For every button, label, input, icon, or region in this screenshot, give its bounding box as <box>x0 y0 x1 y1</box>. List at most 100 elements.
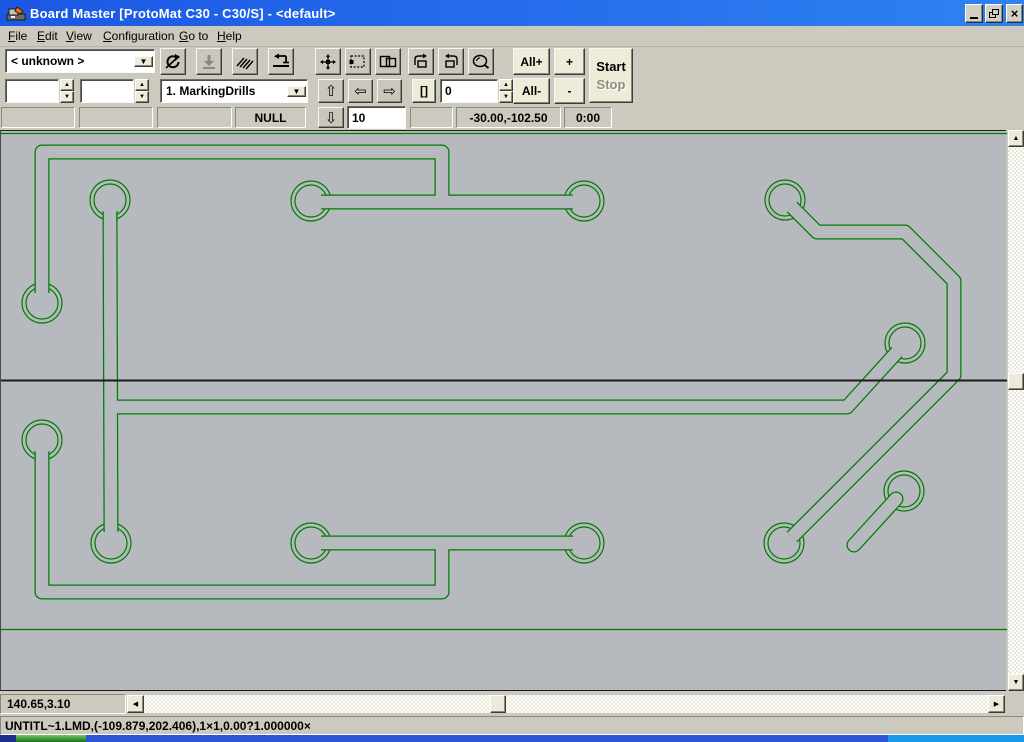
tool-down-button[interactable] <box>196 48 222 75</box>
scroll-right-button[interactable]: ▶ <box>988 695 1005 713</box>
current-tool-label: NULL <box>255 111 287 125</box>
minus-label: - <box>568 84 572 98</box>
tool-down-icon <box>199 53 219 71</box>
rotate-left-icon <box>411 53 431 71</box>
chevron-down-icon[interactable]: ▼ <box>134 56 153 67</box>
scrollbar-corner <box>1005 694 1024 714</box>
menu-item-help[interactable]: Help <box>217 29 242 43</box>
horizontal-scrollbar[interactable]: ◀ ▶ <box>127 695 1005 713</box>
taskbar-sliver-lightblue <box>888 735 1024 742</box>
vertical-scrollbar[interactable]: ▲ ▼ <box>1008 130 1024 691</box>
board-master-window: Board Master [ProtoMat C30 - C30/S] - <d… <box>0 0 1024 742</box>
y-spinner[interactable]: ▲▼ <box>135 79 149 103</box>
menu-item-file[interactable]: File <box>8 29 27 43</box>
machine-status-panel-1 <box>1 107 75 128</box>
zoom-icon <box>471 53 491 71</box>
spin-up-icon[interactable]: ▲ <box>60 79 74 91</box>
select-area-button[interactable] <box>345 48 371 75</box>
status-bar-text: UNTITL~1.LMD,(-109.879,202.406),1×1,0.00… <box>5 719 311 733</box>
taskbar-sliver <box>0 735 16 742</box>
all-minus-label: All- <box>522 84 541 98</box>
rubout-hatch-button[interactable] <box>232 48 258 75</box>
all-plus-button[interactable]: All+ <box>513 48 550 75</box>
move-right-button[interactable]: ⇨ <box>377 79 402 103</box>
head-position-value: -30.00,-102.50 <box>469 111 547 125</box>
start-stop-button[interactable]: Start Stop <box>589 48 633 103</box>
spindle-toggle-button[interactable] <box>160 48 186 75</box>
rotate-right-button[interactable] <box>438 48 464 75</box>
status-bar: UNTITL~1.LMD,(-109.879,202.406),1×1,0.00… <box>0 716 1024 735</box>
menu-item-view[interactable]: View <box>66 29 92 43</box>
bracket-button[interactable]: [] <box>412 79 436 103</box>
overlap-windows-button[interactable] <box>375 48 401 75</box>
scroll-down-button[interactable]: ▼ <box>1008 674 1024 691</box>
chevron-down-icon[interactable]: ▼ <box>287 86 306 97</box>
menu-bar: File Edit View Configuration Go to Help <box>0 26 1024 47</box>
close-icon: × <box>1011 9 1019 19</box>
tool-exchange-button[interactable] <box>268 48 294 75</box>
head-position-panel: -30.00,-102.50 <box>456 107 561 128</box>
spin-down-icon[interactable]: ▼ <box>499 91 513 103</box>
elapsed-time-panel: 0:00 <box>564 107 612 128</box>
vertical-scroll-thumb[interactable] <box>1008 373 1024 390</box>
repeat-count-field[interactable] <box>440 79 498 103</box>
scroll-up-button[interactable]: ▲ <box>1008 130 1024 147</box>
menu-item-edit[interactable]: Edit <box>37 29 58 43</box>
minus-button[interactable]: - <box>554 78 585 104</box>
repeat-spinner[interactable]: ▲▼ <box>499 79 513 103</box>
move-left-button[interactable]: ⇦ <box>348 79 373 103</box>
scroll-left-button[interactable]: ◀ <box>127 695 144 713</box>
x-spinner[interactable]: ▲▼ <box>60 79 74 103</box>
move-down-button[interactable]: ⇩ <box>318 107 344 128</box>
x-coordinate-field[interactable] <box>5 79 59 103</box>
close-button[interactable]: × <box>1006 4 1023 23</box>
tool-combo-value: 1. MarkingDrills <box>161 84 286 98</box>
y-coordinate-field[interactable] <box>80 79 134 103</box>
pcb-canvas[interactable] <box>0 130 1006 691</box>
tool-exchange-icon <box>271 53 291 71</box>
machine-status-panel-3 <box>157 107 232 128</box>
machine-status-panel-2 <box>79 107 153 128</box>
menu-item-go-to[interactable]: Go to <box>179 29 208 43</box>
plus-label: + <box>566 55 573 69</box>
cursor-position-panel: 140.65,3.10 <box>0 694 126 714</box>
taskbar-sliver-green <box>16 735 86 742</box>
toolbar: < unknown > ▼ <box>0 47 1024 130</box>
production-phase-value: < unknown > <box>6 54 133 68</box>
tool-combo[interactable]: 1. MarkingDrills ▼ <box>160 79 308 103</box>
zoom-button[interactable] <box>468 48 494 75</box>
window-title: Board Master [ProtoMat C30 - C30/S] - <d… <box>30 6 336 21</box>
current-tool-panel: NULL <box>235 107 306 128</box>
spare-panel <box>410 107 453 128</box>
elapsed-time-value: 0:00 <box>576 111 600 125</box>
spin-down-icon[interactable]: ▼ <box>135 91 149 103</box>
minimize-icon <box>970 17 978 19</box>
pan-button[interactable] <box>315 48 341 75</box>
horizontal-scroll-thumb[interactable] <box>490 695 506 713</box>
move-up-button[interactable]: ⇧ <box>318 79 344 103</box>
spindle-toggle-icon <box>163 53 183 71</box>
taskbar-sliver-blue <box>86 735 888 742</box>
pan-icon <box>318 53 338 71</box>
restore-button[interactable] <box>985 4 1003 23</box>
title-bar[interactable]: Board Master [ProtoMat C30 - C30/S] - <d… <box>0 0 1024 26</box>
bracket-label: [] <box>420 84 428 98</box>
stop-label: Stop <box>597 77 626 92</box>
app-icon <box>6 5 26 21</box>
step-size-field[interactable] <box>347 106 406 129</box>
right-arrow-icon: ⇨ <box>383 82 396 100</box>
left-arrow-icon: ⇦ <box>354 82 367 100</box>
plus-button[interactable]: + <box>554 48 585 75</box>
down-arrow-icon: ⇩ <box>325 109 338 127</box>
spin-up-icon[interactable]: ▲ <box>135 79 149 91</box>
production-phase-combo[interactable]: < unknown > ▼ <box>5 49 155 73</box>
menu-item-configuration[interactable]: Configuration <box>103 29 174 43</box>
spin-down-icon[interactable]: ▼ <box>60 91 74 103</box>
up-arrow-icon: ⇧ <box>325 82 338 100</box>
all-minus-button[interactable]: All- <box>513 78 550 104</box>
spin-up-icon[interactable]: ▲ <box>499 79 513 91</box>
all-plus-label: All+ <box>520 55 542 69</box>
minimize-button[interactable] <box>965 4 983 23</box>
start-label: Start <box>596 59 626 74</box>
rotate-left-button[interactable] <box>408 48 434 75</box>
